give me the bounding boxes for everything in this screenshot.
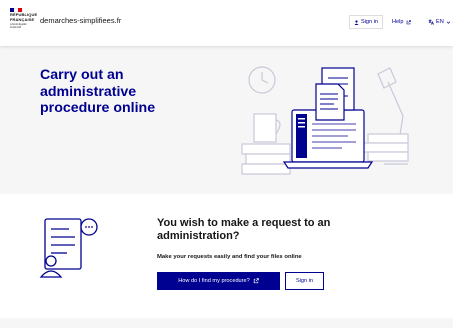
next-section-edge [0, 318, 453, 328]
find-procedure-button[interactable]: How do I find my procedure? [157, 272, 280, 290]
online-procedure-illustration [241, 66, 409, 175]
signin-button[interactable]: Sign in [285, 272, 324, 290]
republique-francaise-logo[interactable]: RÉPUBLIQUE FRANÇAISE Liberté Égalité Fra… [10, 8, 37, 38]
logo-motto: Liberté Égalité Fraternité [10, 23, 27, 29]
site-name-link[interactable]: demarches-simplifiees.fr [40, 16, 121, 25]
user-icon [354, 19, 359, 25]
chevron-down-icon [446, 21, 451, 24]
request-form-illustration [39, 218, 98, 278]
translate-icon [428, 19, 434, 25]
language-selector[interactable]: EN [428, 15, 451, 29]
signin-label: Sign in [295, 278, 314, 284]
external-link-icon [406, 19, 411, 24]
logo-text-line2: FRANÇAISE [10, 16, 35, 22]
request-section: You wish to make a request to an adminis… [0, 194, 453, 318]
request-subtitle: Make your requests easily and find your … [157, 254, 302, 260]
hero-section: Carry out an administrative procedure on… [0, 46, 453, 194]
header-help-label: Help [392, 19, 404, 25]
header-signin-button[interactable]: Sign in [349, 15, 383, 29]
hero-title: Carry out an administrative procedure on… [40, 67, 156, 116]
language-label: EN [436, 19, 444, 25]
site-header: RÉPUBLIQUE FRANÇAISE Liberté Égalité Fra… [0, 0, 453, 46]
external-link-icon [253, 278, 259, 284]
header-signin-label: Sign in [360, 19, 379, 25]
find-procedure-label: How do I find my procedure? [178, 278, 250, 284]
request-title: You wish to make a request to an adminis… [157, 217, 331, 242]
header-help-link[interactable]: Help [392, 15, 411, 29]
